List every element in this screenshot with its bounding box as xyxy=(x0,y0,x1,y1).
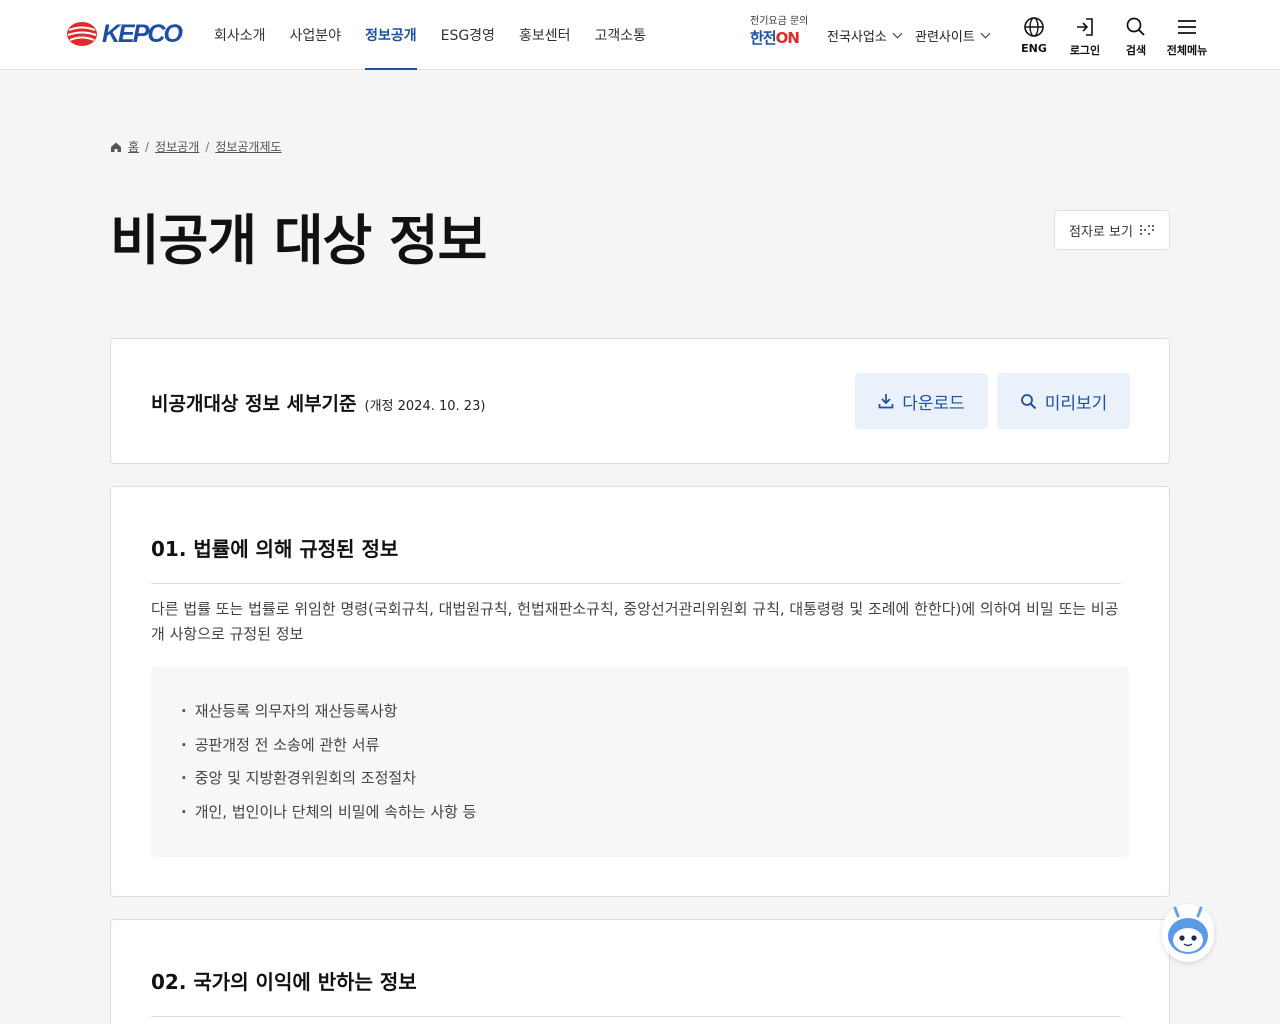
login-button[interactable]: 로그인 xyxy=(1060,16,1110,58)
menu-icon xyxy=(1178,20,1196,34)
chatbot-mascot-icon xyxy=(1168,906,1208,954)
kepco-logo-text: KEPCO xyxy=(102,19,183,48)
main-nav: 회사소개 사업분야 정보공개 ESG경영 홍보센터 고객소통 xyxy=(214,0,670,70)
page-title: 비공개 대상 정보 xyxy=(110,209,487,272)
criteria-title: 비공개대상 정보 세부기준 (개정 2024. 10. 23) xyxy=(151,393,486,415)
related-sites-dropdown[interactable]: 관련사이트 xyxy=(915,26,991,45)
section-description: 다른 법률 또는 법률로 위임한 명령(국회규칙, 대법원규칙, 헌법재판소규칙… xyxy=(151,600,1119,643)
section-examples-box: 재산등록 의무자의 재산등록사항 공판개정 전 소송에 관한 서류 중앙 및 지… xyxy=(151,667,1129,857)
list-item: 중앙 및 지방환경위원회의 조정절차 xyxy=(181,762,1129,796)
braille-icon xyxy=(1139,225,1154,235)
search-icon xyxy=(1126,17,1145,36)
list-item: 개인, 법인이나 단체의 비밀에 속하는 사항 등 xyxy=(181,796,1129,830)
section-card-01: 01. 법률에 의해 규정된 정보 다른 법률 또는 법률로 위임한 명령(국회… xyxy=(110,486,1170,897)
nav-item-company[interactable]: 회사소개 xyxy=(214,0,266,70)
breadcrumb-separator: / xyxy=(145,139,150,154)
site-header: KEPCO 회사소개 사업분야 정보공개 ESG경영 홍보센터 고객소통 전기요… xyxy=(0,0,1280,70)
section-divider xyxy=(151,1016,1121,1017)
braille-view-button[interactable]: 점자로 보기 xyxy=(1054,210,1170,250)
chevron-down-icon xyxy=(980,28,991,39)
section-card-02: 02. 국가의 이익에 반하는 정보 xyxy=(110,919,1170,1024)
breadcrumb-disclosure-system[interactable]: 정보공개제도 xyxy=(215,138,281,155)
nav-item-esg[interactable]: ESG경영 xyxy=(441,0,495,70)
branch-offices-dropdown[interactable]: 전국사업소 xyxy=(827,26,903,45)
nav-item-pr-center[interactable]: 홍보센터 xyxy=(519,0,571,70)
preview-button[interactable]: 미리보기 xyxy=(997,373,1130,429)
list-item: 재산등록 의무자의 재산등록사항 xyxy=(181,695,1129,729)
criteria-revision: (개정 2024. 10. 23) xyxy=(364,399,486,414)
kepco-on-caption: 전기요금 문의 xyxy=(750,16,809,27)
kepco-on-link[interactable]: 전기요금 문의 한전ON xyxy=(750,12,820,47)
kepco-logo-mark-icon xyxy=(67,22,97,46)
list-item: 공판개정 전 소송에 관한 서류 xyxy=(181,729,1129,763)
full-menu-button[interactable]: 전체메뉴 xyxy=(1162,16,1212,58)
nav-item-business[interactable]: 사업분야 xyxy=(290,0,342,70)
kepco-on-logo: 한전ON xyxy=(750,29,800,47)
download-button[interactable]: 다운로드 xyxy=(855,373,988,429)
kepco-logo[interactable]: KEPCO xyxy=(66,19,183,48)
chevron-down-icon xyxy=(892,28,903,39)
breadcrumb: 홈 / 정보공개 / 정보공개제도 xyxy=(110,138,282,155)
section-title: 02. 국가의 이익에 반하는 정보 xyxy=(151,970,417,994)
breadcrumb-separator: / xyxy=(205,139,210,154)
nav-item-info-disclosure[interactable]: 정보공개 xyxy=(365,0,417,70)
section-divider xyxy=(151,583,1121,584)
criteria-card: 비공개대상 정보 세부기준 (개정 2024. 10. 23) 다운로드 미리보기 xyxy=(110,338,1170,464)
home-icon xyxy=(111,142,121,152)
eng-button[interactable]: ENG xyxy=(1009,16,1059,55)
search-button[interactable]: 검색 xyxy=(1111,16,1161,58)
login-icon xyxy=(1077,18,1093,36)
section-examples-list: 재산등록 의무자의 재산등록사항 공판개정 전 소송에 관한 서류 중앙 및 지… xyxy=(151,667,1129,829)
chatbot-button[interactable] xyxy=(1162,904,1214,962)
breadcrumb-home[interactable]: 홈 xyxy=(128,138,139,155)
nav-item-customer[interactable]: 고객소통 xyxy=(594,0,646,70)
download-icon xyxy=(878,394,894,409)
globe-icon xyxy=(1024,17,1044,37)
breadcrumb-info-disclosure[interactable]: 정보공개 xyxy=(155,138,199,155)
section-title: 01. 법률에 의해 규정된 정보 xyxy=(151,537,399,561)
search-icon xyxy=(1020,393,1036,409)
